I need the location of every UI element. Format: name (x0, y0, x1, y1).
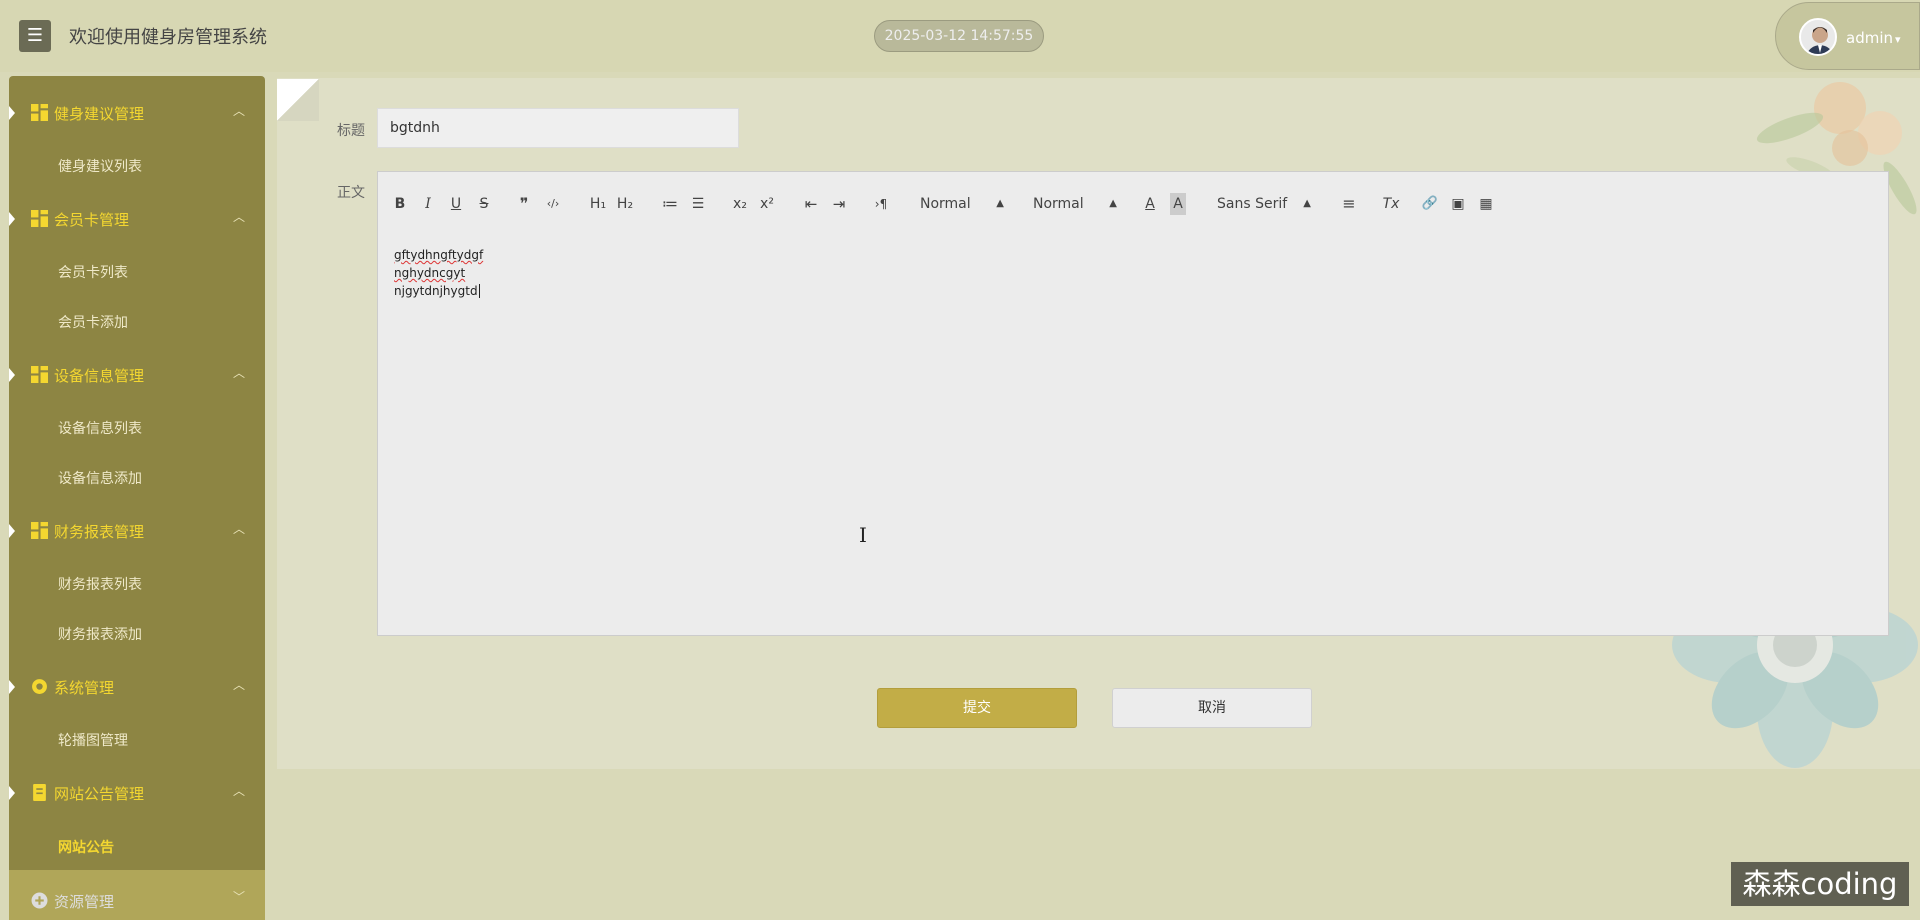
sidebar-item-finance-list[interactable]: 财务报表列表 (58, 574, 142, 594)
active-group-marker (9, 680, 15, 694)
active-group-marker (9, 212, 15, 226)
title-input[interactable] (377, 108, 739, 148)
datetime-badge: 2025-03-12 14:57:55 (874, 20, 1044, 52)
sidebar-group-announcement[interactable]: 网站公告管理 ︿ (9, 768, 265, 818)
bullet-list-button[interactable]: ☰ (688, 193, 708, 215)
sidebar-group-finance-report[interactable]: 财务报表管理 ︿ (9, 506, 265, 556)
select-caret-icon: ▲ (996, 198, 1004, 209)
text-cursor-icon: I (859, 523, 867, 547)
chevron-up-icon: ︿ (232, 678, 245, 692)
sidebar-group-resources[interactable]: 资源管理 ﹀ (9, 870, 265, 920)
editor-line: njgytdnjhygtd (394, 284, 480, 298)
sidebar-group-label: 财务报表管理 (54, 523, 145, 541)
video-button[interactable]: ▦ (1476, 193, 1496, 215)
sidebar-group-equipment[interactable]: 设备信息管理 ︿ (9, 350, 265, 400)
body-label: 正文 (337, 185, 365, 201)
italic-button[interactable]: I (420, 193, 436, 215)
editor-toolbar: B I U S ❞ ‹/› H₁ H₂ ≔ ☰ x₂ x² ⇤ ⇥ ›¶ Nor… (377, 171, 1889, 235)
sidebar-group-label: 系统管理 (54, 679, 115, 697)
sidebar-item-fitness-advice-list[interactable]: 健身建议列表 (58, 156, 142, 176)
image-button[interactable]: ▣ (1448, 193, 1468, 215)
size-select[interactable]: Normal ▲ (920, 193, 1004, 215)
active-group-marker (9, 786, 15, 800)
grid-icon (31, 366, 48, 383)
text-direction-button[interactable]: ›¶ (871, 193, 891, 215)
user-name: admin ▾ (1846, 29, 1901, 47)
sidebar-group-system[interactable]: 系统管理 ︿ (9, 662, 265, 712)
grid-icon (31, 522, 48, 539)
subscript-button[interactable]: x₂ (729, 193, 751, 215)
align-button[interactable]: ≡ (1339, 193, 1359, 215)
background-color-button[interactable]: A (1170, 193, 1186, 215)
document-icon (33, 784, 46, 801)
ordered-list-button[interactable]: ≔ (660, 193, 680, 215)
active-group-marker (9, 524, 15, 538)
sidebar-group-label: 会员卡管理 (54, 211, 130, 229)
chevron-up-icon: ︿ (232, 522, 245, 536)
text-color-button[interactable]: A (1142, 193, 1158, 215)
menu-toggle-button[interactable]: ☰ (19, 20, 51, 52)
chevron-down-icon: ﹀ (232, 890, 245, 904)
superscript-button[interactable]: x² (756, 193, 778, 215)
select-caret-icon: ▲ (1303, 198, 1311, 209)
grid-icon (31, 210, 48, 227)
title-label: 标题 (337, 123, 365, 139)
active-group-marker (9, 368, 15, 382)
underline-button[interactable]: U (448, 193, 464, 215)
sidebar-group-label: 网站公告管理 (54, 785, 145, 803)
cancel-button[interactable]: 取消 (1112, 688, 1312, 728)
top-header: ☰ 欢迎使用健身房管理系统 2025-03-12 14:57:55 admin ▾ (0, 0, 1920, 72)
grid-icon (31, 104, 48, 121)
sidebar-group-label: 资源管理 (54, 893, 115, 911)
chevron-up-icon: ︿ (232, 784, 245, 798)
sidebar-item-equipment-list[interactable]: 设备信息列表 (58, 418, 142, 438)
sidebar-item-equipment-add[interactable]: 设备信息添加 (58, 468, 142, 488)
clear-format-button[interactable]: Tx (1381, 193, 1401, 215)
code-button[interactable]: ‹/› (542, 193, 564, 215)
header-select[interactable]: Normal ▲ (1033, 193, 1117, 215)
user-menu[interactable]: admin ▾ (1775, 2, 1920, 70)
font-select[interactable]: Sans Serif ▲ (1217, 193, 1311, 215)
watermark: 森森coding (1731, 862, 1909, 906)
link-button[interactable]: 🔗 (1420, 193, 1440, 215)
plus-circle-icon (31, 892, 48, 909)
chevron-down-icon: ▾ (1895, 33, 1901, 46)
chevron-up-icon: ︿ (232, 104, 245, 118)
rich-text-editor[interactable]: gftydhngftydgf nghydncgyt njgytdnjhygtd (377, 234, 1889, 636)
bold-button[interactable]: B (392, 193, 408, 215)
chevron-up-icon: ︿ (232, 366, 245, 380)
sidebar-group-fitness-advice[interactable]: 健身建议管理 ︿ (9, 88, 265, 138)
sidebar-item-announcement[interactable]: 网站公告 (58, 837, 114, 857)
outdent-button[interactable]: ⇤ (801, 193, 821, 215)
hamburger-icon: ☰ (26, 25, 44, 46)
editor-line: nghydncgyt (394, 266, 466, 280)
sidebar-group-membership-card[interactable]: 会员卡管理 ︿ (9, 194, 265, 244)
indent-button[interactable]: ⇥ (829, 193, 849, 215)
sidebar-item-finance-add[interactable]: 财务报表添加 (58, 624, 142, 644)
blockquote-button[interactable]: ❞ (514, 193, 534, 215)
app-title: 欢迎使用健身房管理系统 (69, 27, 267, 48)
gear-icon (32, 679, 47, 694)
avatar (1799, 18, 1837, 56)
sidebar-item-card-list[interactable]: 会员卡列表 (58, 262, 128, 282)
submit-button[interactable]: 提交 (877, 688, 1077, 728)
select-caret-icon: ▲ (1109, 198, 1117, 209)
chevron-up-icon: ︿ (232, 210, 245, 224)
page-corner-decoration (277, 79, 319, 121)
text-caret (478, 284, 480, 298)
sidebar-group-label: 设备信息管理 (54, 367, 145, 385)
active-group-marker (9, 106, 15, 120)
sidebar-group-label: 健身建议管理 (54, 105, 145, 123)
h2-button[interactable]: H₂ (614, 193, 636, 215)
h1-button[interactable]: H₁ (587, 193, 609, 215)
strike-button[interactable]: S (476, 193, 492, 215)
sidebar-item-card-add[interactable]: 会员卡添加 (58, 312, 128, 332)
sidebar: 健身建议管理 ︿ 健身建议列表 会员卡管理 ︿ 会员卡列表 会员卡添加 设备信息… (9, 76, 265, 920)
sidebar-item-carousel[interactable]: 轮播图管理 (58, 730, 128, 750)
editor-line: gftydhngftydgf (394, 248, 484, 262)
